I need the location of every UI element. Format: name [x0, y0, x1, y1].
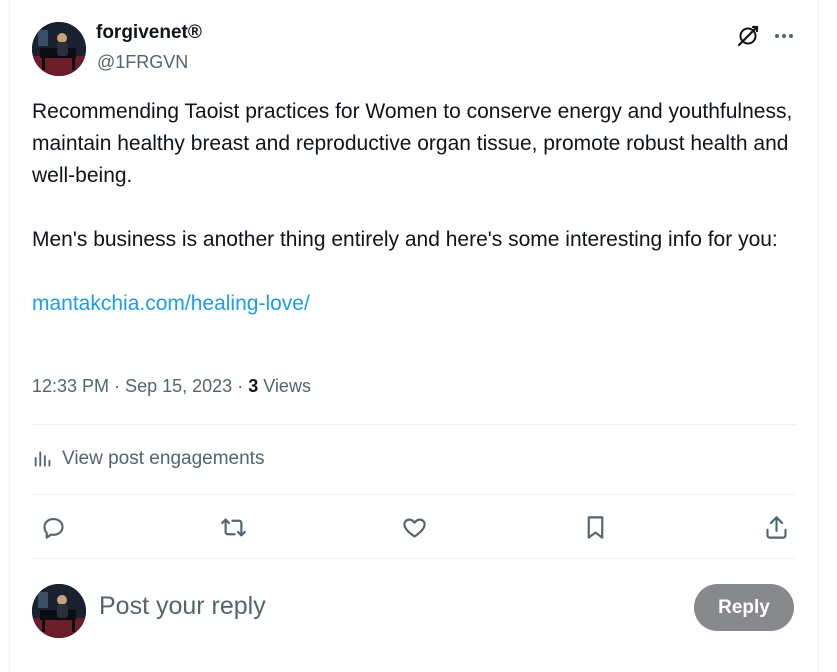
post-paragraph: Men's business is another thing entirely…: [32, 228, 778, 251]
reply-input[interactable]: Post your reply: [99, 592, 266, 621]
author-avatar[interactable]: [32, 22, 86, 76]
post-meta: 12:33 PM · Sep 15, 2023 · 3 Views: [32, 376, 311, 397]
divider: [32, 494, 796, 495]
avatar-image: [32, 22, 86, 76]
post-time[interactable]: 12:33 PM: [32, 376, 109, 396]
analytics-icon: [34, 451, 51, 467]
reply-icon: [42, 517, 64, 539]
share-icon: [765, 515, 787, 539]
engagements-label: View post engagements: [62, 448, 265, 469]
views-label: Views: [263, 376, 311, 396]
post-text: Recommending Taoist practices for Women …: [32, 96, 802, 320]
bookmark-action-button[interactable]: [580, 512, 610, 542]
view-engagements-link[interactable]: View post engagements: [32, 448, 264, 470]
avatar-image: [32, 584, 86, 638]
like-action-button[interactable]: [399, 512, 429, 542]
like-icon: [402, 518, 426, 538]
meta-separator: ·: [114, 376, 121, 396]
current-user-avatar[interactable]: [32, 584, 86, 638]
divider: [32, 558, 796, 559]
grok-icon[interactable]: [736, 24, 760, 48]
views-count: 3: [248, 376, 259, 396]
repost-icon: [220, 518, 246, 536]
divider: [32, 424, 796, 425]
bookmark-icon: [587, 515, 603, 539]
author-display-name[interactable]: forgivenet®: [96, 22, 202, 44]
share-action-button[interactable]: [761, 512, 791, 542]
repost-action-button[interactable]: [218, 512, 248, 542]
more-icon[interactable]: [772, 24, 796, 48]
author-handle[interactable]: @1FRGVN: [97, 52, 188, 73]
post-date[interactable]: Sep 15, 2023: [125, 376, 232, 396]
reply-action-button[interactable]: [38, 512, 68, 542]
meta-separator: ·: [237, 376, 244, 396]
reply-button[interactable]: Reply: [694, 584, 794, 631]
post-paragraph: Recommending Taoist practices for Women …: [32, 100, 793, 187]
post-link[interactable]: mantakchia.com/healing-love/: [32, 292, 310, 315]
